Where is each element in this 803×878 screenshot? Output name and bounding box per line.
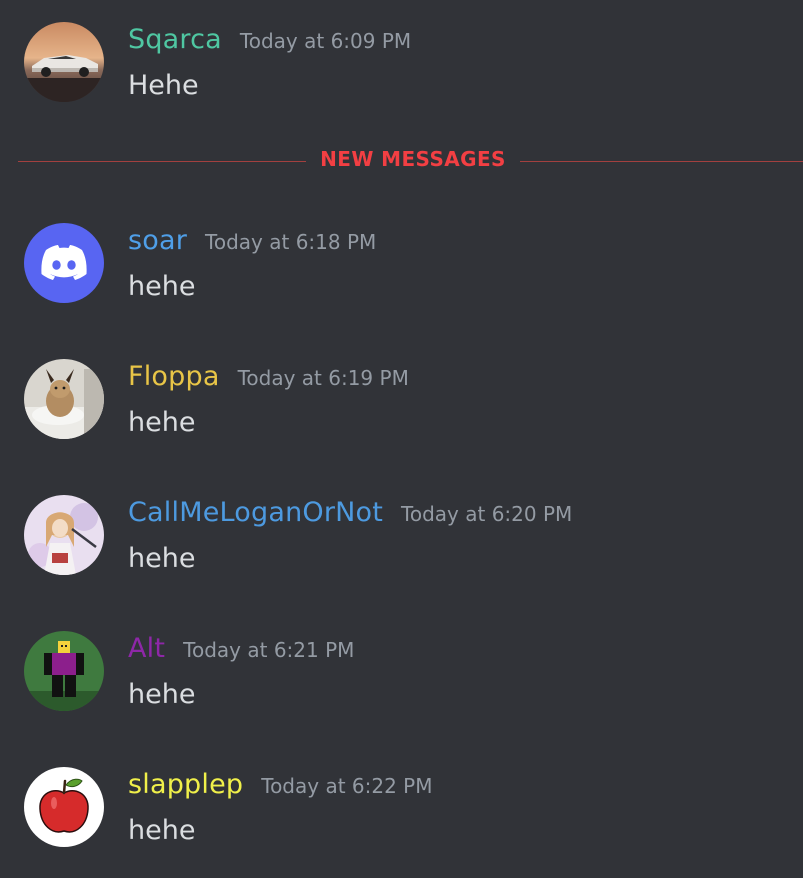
message-content: Hehe [128,70,199,101]
message-item: Sqarca Today at 6:09 PM Hehe [0,22,803,122]
new-messages-divider: NEW MESSAGES [18,144,803,178]
roblox-character-avatar[interactable] [24,631,104,711]
message-header: soar Today at 6:18 PM [128,225,376,256]
message-list: Sqarca Today at 6:09 PM Hehe NEW MESSAGE… [0,0,803,878]
divider-line [520,161,803,162]
timestamp: Today at 6:20 PM [401,502,573,526]
message-content: hehe [128,271,196,302]
anime-girl-avatar[interactable] [24,495,104,575]
message-header: CallMeLoganOrNot Today at 6:20 PM [128,497,572,528]
timestamp: Today at 6:19 PM [237,366,409,390]
lamborghini-car-avatar[interactable] [24,22,104,102]
username[interactable]: soar [128,225,187,256]
timestamp: Today at 6:18 PM [205,230,377,254]
message-content: hehe [128,407,196,438]
caracal-cat-avatar[interactable] [24,359,104,439]
username[interactable]: slapplep [128,769,243,800]
timestamp: Today at 6:09 PM [239,29,412,53]
username[interactable]: CallMeLoganOrNot [128,497,383,528]
timestamp: Today at 6:22 PM [261,774,433,798]
message-header: Floppa Today at 6:19 PM [128,361,409,392]
new-messages-label: NEW MESSAGES [320,147,506,171]
message-content: hehe [128,815,196,846]
discord-default-avatar[interactable] [24,223,104,303]
message-item: Floppa Today at 6:19 PM hehe [0,359,803,459]
username[interactable]: Floppa [128,361,220,392]
message-header: Sqarca Today at 6:09 PM [128,24,411,55]
message-content: hehe [128,543,196,574]
divider-line [18,161,306,162]
message-item: CallMeLoganOrNot Today at 6:20 PM hehe [0,495,803,595]
timestamp: Today at 6:21 PM [183,638,355,662]
message-content: hehe [128,679,196,710]
message-header: slapplep Today at 6:22 PM [128,769,433,800]
red-apple-avatar[interactable] [24,767,104,847]
message-header: Alt Today at 6:21 PM [128,633,354,664]
message-item: Alt Today at 6:21 PM hehe [0,631,803,731]
message-item: soar Today at 6:18 PM hehe [0,223,803,323]
message-item: slapplep Today at 6:22 PM hehe [0,767,803,867]
username[interactable]: Alt [128,633,165,664]
username[interactable]: Sqarca [128,24,222,55]
